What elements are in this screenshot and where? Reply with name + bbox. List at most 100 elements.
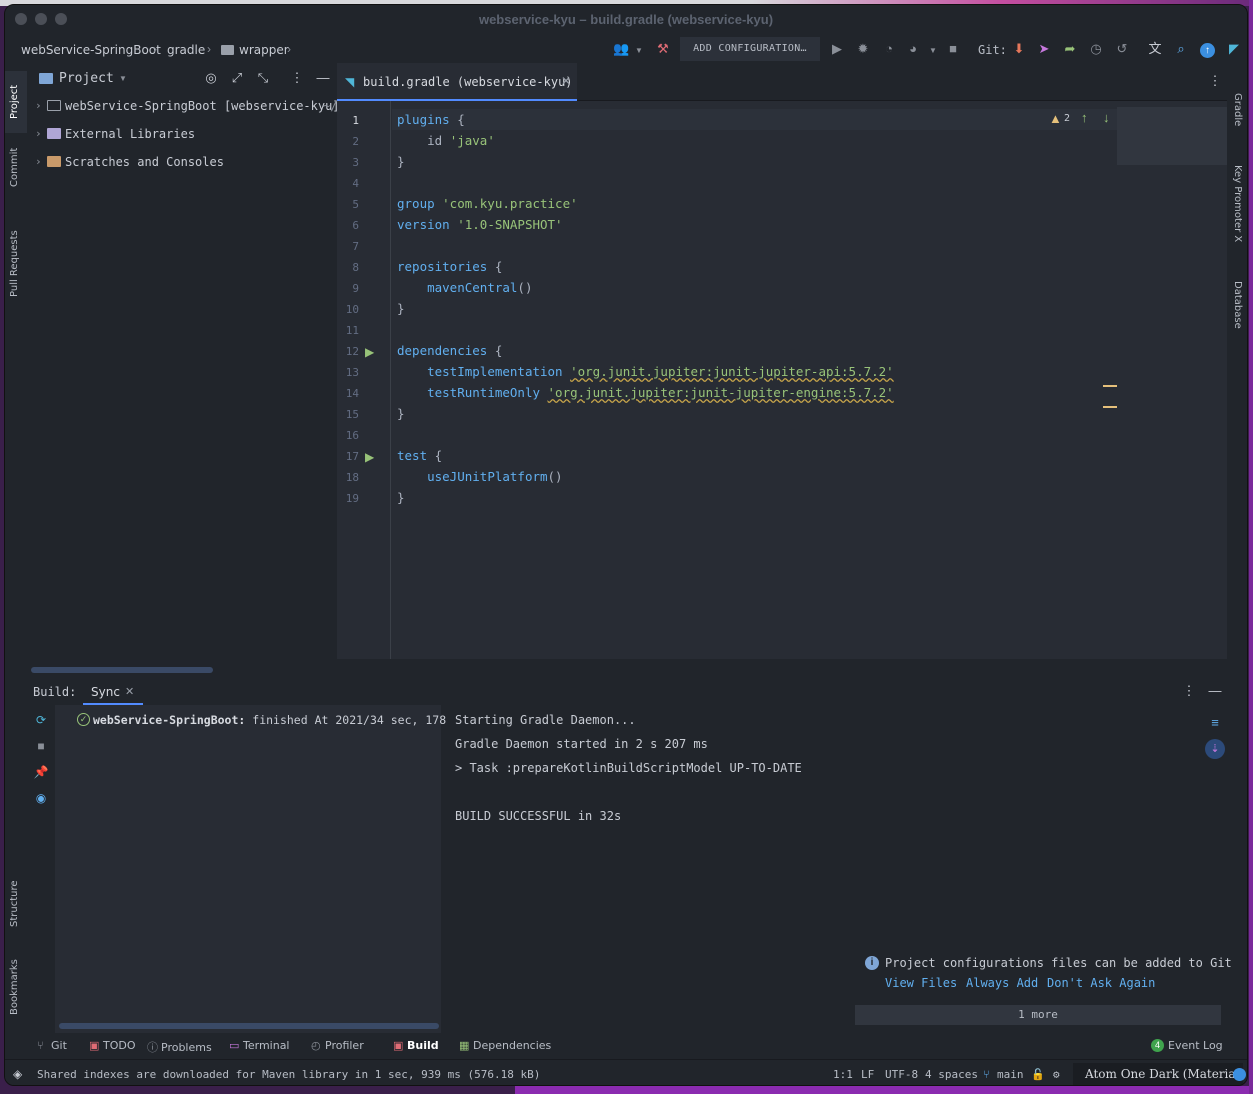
code-line[interactable]: group 'com.kyu.practice' xyxy=(397,196,578,211)
line-number[interactable]: 19 xyxy=(337,492,359,505)
tool-tab-git[interactable]: ⑂ Git xyxy=(37,1039,67,1052)
line-number[interactable]: 16 xyxy=(337,429,359,442)
more-notifications-button[interactable]: 1 more xyxy=(855,1005,1221,1025)
more-options-icon[interactable]: ⋮ xyxy=(1207,73,1223,89)
line-number[interactable]: 11 xyxy=(337,324,359,337)
run-gutter-icon[interactable]: ▶ xyxy=(365,345,375,359)
tree-item-external-libraries[interactable]: › External Libraries xyxy=(27,123,337,147)
line-separator[interactable]: LF xyxy=(861,1068,874,1081)
next-highlight-icon[interactable]: ↓ xyxy=(1103,110,1110,125)
chevron-down-icon[interactable]: ▼ xyxy=(925,43,941,59)
collapse-all-icon[interactable]: ⤡ xyxy=(255,70,271,86)
run-gutter-icon[interactable]: ▶ xyxy=(365,450,375,464)
line-number[interactable]: 1 xyxy=(337,114,359,127)
previous-highlight-icon[interactable]: ↑ xyxy=(1081,110,1088,125)
translate-icon[interactable]: 文 xyxy=(1147,41,1163,57)
tool-tab-structure[interactable]: Structure xyxy=(9,880,20,927)
dont-ask-again-link[interactable]: Don't Ask Again xyxy=(1047,976,1155,990)
tool-tab-problems[interactable]: ⓘ Problems xyxy=(147,1039,212,1055)
eye-icon[interactable]: ◉ xyxy=(33,791,49,807)
warning-stripe-marker[interactable] xyxy=(1103,385,1117,387)
code-minimap[interactable] xyxy=(1117,107,1227,165)
stop-icon[interactable]: ■ xyxy=(33,739,49,755)
chevron-down-icon[interactable]: ▼ xyxy=(115,71,131,87)
chevron-right-icon[interactable]: › xyxy=(35,99,42,112)
tool-tab-build[interactable]: ▣ Build xyxy=(393,1039,439,1052)
locate-icon[interactable]: ◎ xyxy=(203,70,219,86)
tool-tab-gradle[interactable]: Gradle xyxy=(1232,93,1243,126)
line-number[interactable]: 12 xyxy=(337,345,359,358)
tool-tab-terminal[interactable]: ▭ Terminal xyxy=(229,1039,290,1052)
chevron-right-icon[interactable]: › xyxy=(35,155,42,168)
tree-item-project-root[interactable]: › webService-SpringBoot [webservice-kyu]… xyxy=(27,95,340,119)
pin-icon[interactable]: 📌 xyxy=(33,765,49,781)
tool-tab-dependencies[interactable]: ▦ Dependencies xyxy=(459,1039,551,1052)
tree-item-scratches[interactable]: › Scratches and Consoles xyxy=(27,151,337,175)
code-line[interactable]: } xyxy=(397,154,405,169)
breadcrumb-wrapper[interactable]: wrapper xyxy=(239,43,289,57)
code-line[interactable]: plugins { xyxy=(397,112,465,127)
tool-tab-project[interactable]: Project xyxy=(9,85,20,119)
code-line[interactable]: } xyxy=(397,406,405,421)
chevron-down-icon[interactable]: ▼ xyxy=(631,43,647,59)
line-number-gutter[interactable]: 1 2 3 4 5 6 7 8 9 10 11 12 13 14 15 16 17 18 19 ▶ ▶ xyxy=(337,101,391,659)
line-number[interactable]: 2 xyxy=(337,135,359,148)
code-line[interactable]: } xyxy=(397,301,405,316)
code-line[interactable]: testRuntimeOnly 'org.junit.jupiter:junit… xyxy=(397,385,894,400)
code-line[interactable]: version '1.0-SNAPSHOT' xyxy=(397,217,563,232)
tool-tab-database[interactable]: Database xyxy=(1232,281,1243,329)
horizontal-scrollbar[interactable] xyxy=(31,667,213,673)
line-number[interactable]: 10 xyxy=(337,303,359,316)
theme-switcher[interactable]: Atom One Dark (Material) xyxy=(1073,1063,1244,1085)
tool-tab-commit[interactable]: Commit xyxy=(9,148,20,187)
warning-stripe-marker[interactable] xyxy=(1103,406,1117,408)
line-number[interactable]: 4 xyxy=(337,177,359,190)
line-number[interactable]: 13 xyxy=(337,366,359,379)
close-icon[interactable]: ✕ xyxy=(125,685,134,698)
line-number[interactable]: 15 xyxy=(337,408,359,421)
more-options-icon[interactable]: ⋮ xyxy=(1181,683,1197,699)
tool-tab-bookmarks[interactable]: Bookmarks xyxy=(9,959,20,1015)
breadcrumb-gradle[interactable]: gradle xyxy=(167,43,205,57)
user-group-icon[interactable]: 👥 xyxy=(613,41,629,57)
always-add-link[interactable]: Always Add xyxy=(966,976,1038,990)
run-icon[interactable]: ▶ xyxy=(829,41,845,57)
line-number[interactable]: 5 xyxy=(337,198,359,211)
hide-panel-icon[interactable]: — xyxy=(315,70,331,86)
editor-tab-build-gradle[interactable]: ◥ build.gradle (webservice-kyu) ✕ xyxy=(337,63,577,101)
rollback-icon[interactable]: ↺ xyxy=(1114,41,1130,57)
horizontal-scrollbar[interactable] xyxy=(59,1023,439,1029)
tool-tab-event-log[interactable]: Event Log xyxy=(1168,1039,1223,1052)
lock-icon[interactable]: 🔓 xyxy=(1031,1068,1045,1081)
git-branch[interactable]: main xyxy=(997,1068,1024,1081)
stop-icon[interactable]: ■ xyxy=(945,41,961,57)
chevron-right-icon[interactable]: › xyxy=(35,127,42,140)
update-icon[interactable]: ↑ xyxy=(1200,43,1215,58)
hide-panel-icon[interactable]: — xyxy=(1207,683,1223,699)
scroll-to-end-icon[interactable]: ⇣ xyxy=(1205,739,1225,759)
git-push-icon[interactable]: ➦ xyxy=(1062,41,1078,57)
breadcrumb-project[interactable]: webService-SpringBoot xyxy=(21,43,161,57)
code-line[interactable]: testImplementation 'org.junit.jupiter:ju… xyxy=(397,364,894,379)
code-line[interactable]: repositories { xyxy=(397,259,502,274)
line-number[interactable]: 7 xyxy=(337,240,359,253)
search-icon[interactable]: ⌕ xyxy=(1173,41,1189,57)
indent-setting[interactable]: 4 spaces xyxy=(925,1068,978,1081)
close-icon[interactable]: ✕ xyxy=(561,74,571,88)
build-result-row[interactable]: webService-SpringBoot: finished At 2021/… xyxy=(93,713,467,727)
tool-tab-profiler[interactable]: ◴ Profiler xyxy=(311,1039,364,1052)
tool-tab-pull-requests[interactable]: Pull Requests xyxy=(9,230,20,297)
more-options-icon[interactable]: ⋮ xyxy=(289,70,305,86)
add-configuration-button[interactable]: ADD CONFIGURATION… xyxy=(680,37,820,61)
code-line[interactable]: dependencies { xyxy=(397,343,502,358)
code-editor[interactable]: ◥ build.gradle (webservice-kyu) ✕ ⋮ 1234… xyxy=(337,63,1227,659)
line-number[interactable]: 18 xyxy=(337,471,359,484)
hammer-build-icon[interactable]: ⚒ xyxy=(655,41,671,57)
expand-all-icon[interactable]: ⤢ xyxy=(229,70,245,86)
status-message[interactable]: Shared indexes are downloaded for Maven … xyxy=(37,1068,540,1081)
view-files-link[interactable]: View Files xyxy=(885,976,957,990)
code-line[interactable]: useJUnitPlatform() xyxy=(397,469,562,484)
git-commit-icon[interactable]: ➤ xyxy=(1036,41,1052,57)
line-number[interactable]: 3 xyxy=(337,156,359,169)
code-line[interactable]: id 'java' xyxy=(397,133,495,148)
